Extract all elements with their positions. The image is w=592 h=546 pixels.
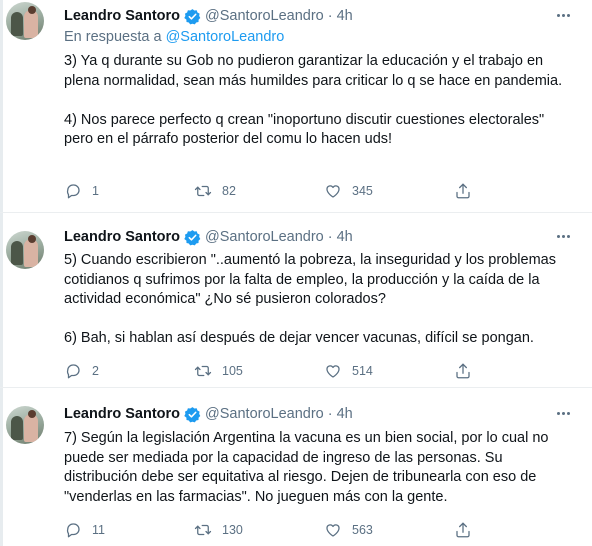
share-icon — [456, 363, 470, 379]
retweet-count: 130 — [222, 523, 243, 537]
retweet-icon — [194, 185, 212, 197]
reply-count: 11 — [92, 523, 105, 537]
reply-prefix: En respuesta a — [64, 29, 162, 45]
tweet-text: 3) Ya q durante su Gob no pudieron garan… — [64, 53, 563, 147]
author-handle[interactable]: @SantoroLeandro — [205, 406, 324, 422]
tweet-actions: 1 82 345 — [64, 180, 544, 202]
avatar[interactable] — [6, 231, 44, 269]
retweet-count: 82 — [222, 184, 236, 198]
tweet-3[interactable]: Leandro Santoro @SantoroLeandro · 4h 7) … — [0, 388, 592, 546]
separator-dot: · — [327, 406, 333, 422]
separator-dot: · — [327, 229, 333, 245]
more-options-icon[interactable] — [557, 412, 570, 415]
verified-badge-icon — [184, 406, 201, 423]
author-name[interactable]: Leandro Santoro — [64, 8, 180, 24]
reply-icon — [66, 184, 80, 199]
retweet-button[interactable]: 105 — [194, 362, 324, 380]
like-count: 514 — [352, 364, 373, 378]
reply-count: 2 — [92, 364, 99, 378]
timestamp[interactable]: 4h — [337, 8, 353, 24]
reply-icon — [66, 523, 80, 538]
tweet-header: Leandro Santoro @SantoroLeandro · 4h — [64, 404, 353, 424]
separator-dot: · — [327, 8, 333, 24]
like-button[interactable]: 514 — [324, 362, 454, 380]
tweet-2[interactable]: Leandro Santoro @SantoroLeandro · 4h 5) … — [0, 213, 592, 388]
like-count: 563 — [352, 523, 373, 537]
tweet-header: Leandro Santoro @SantoroLeandro · 4h — [64, 6, 353, 26]
share-button[interactable] — [454, 521, 484, 539]
verified-badge-icon — [184, 8, 201, 25]
like-button[interactable]: 563 — [324, 521, 454, 539]
tweet-actions: 11 130 563 — [64, 519, 544, 541]
reply-button[interactable]: 1 — [64, 182, 194, 200]
reply-button[interactable]: 11 — [64, 521, 194, 539]
timestamp[interactable]: 4h — [337, 229, 353, 245]
avatar[interactable] — [6, 406, 44, 444]
author-name[interactable]: Leandro Santoro — [64, 406, 180, 422]
like-icon — [326, 185, 340, 198]
retweet-button[interactable]: 130 — [194, 521, 324, 539]
more-options-icon[interactable] — [557, 235, 570, 238]
retweet-icon — [194, 524, 212, 536]
like-icon — [326, 524, 340, 537]
share-button[interactable] — [454, 362, 484, 380]
verified-badge-icon — [184, 229, 201, 246]
share-icon — [456, 522, 470, 538]
more-options-icon[interactable] — [557, 14, 570, 17]
share-button[interactable] — [454, 182, 484, 200]
author-handle[interactable]: @SantoroLeandro — [205, 8, 324, 24]
tweet-actions: 2 105 514 — [64, 360, 544, 382]
author-name[interactable]: Leandro Santoro — [64, 229, 180, 245]
author-handle[interactable]: @SantoroLeandro — [205, 229, 324, 245]
reply-context: En respuesta a @SantoroLeandro — [64, 29, 284, 45]
reply-count: 1 — [92, 184, 99, 198]
reply-to-link[interactable]: @SantoroLeandro — [166, 29, 285, 45]
like-count: 345 — [352, 184, 373, 198]
like-button[interactable]: 345 — [324, 182, 454, 200]
tweet-1[interactable]: Leandro Santoro @SantoroLeandro · 4h En … — [0, 0, 592, 213]
tweet-text: 7) Según la legislación Argentina la vac… — [64, 430, 549, 505]
tweet-text: 5) Cuando escribieron "..aumentó la pobr… — [64, 252, 556, 346]
reply-icon — [66, 364, 80, 379]
avatar[interactable] — [6, 2, 44, 40]
retweet-count: 105 — [222, 364, 243, 378]
retweet-icon — [194, 365, 212, 377]
like-icon — [326, 365, 340, 378]
timestamp[interactable]: 4h — [337, 406, 353, 422]
tweet-header: Leandro Santoro @SantoroLeandro · 4h — [64, 227, 353, 247]
share-icon — [456, 183, 470, 199]
retweet-button[interactable]: 82 — [194, 182, 324, 200]
reply-button[interactable]: 2 — [64, 362, 194, 380]
